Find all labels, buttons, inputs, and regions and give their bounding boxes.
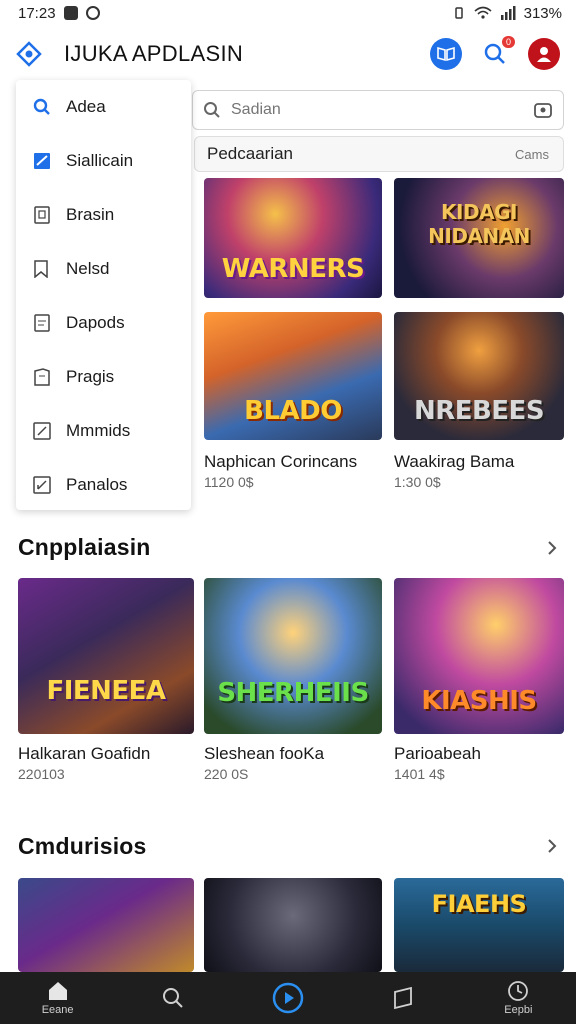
bottom-nav: Eeane Eepbi — [0, 972, 576, 1024]
chevron-right-icon[interactable] — [544, 540, 560, 556]
menu-item-label: Dapods — [66, 313, 125, 332]
game-art-title: FIENEEA — [46, 676, 166, 706]
edit-icon — [32, 421, 52, 441]
game-caption[interactable]: Halkaran Goafidn — [18, 744, 150, 764]
game-tile-warners[interactable]: WARNERS — [204, 178, 382, 298]
game-tile-kidagi[interactable]: KIDAGI NIDANAN — [394, 178, 564, 298]
game-tile-nrebees[interactable]: NREBEES — [394, 312, 564, 440]
wifi-icon — [474, 6, 492, 19]
menu-item-label: Panalos — [66, 475, 128, 494]
checkbox-icon — [32, 151, 52, 171]
game-tile-fieneea[interactable]: FIENEEA — [18, 578, 194, 734]
game-tile-flaehs[interactable]: FIAEHS — [394, 878, 564, 972]
game-art-title: BLADO — [244, 396, 342, 426]
menu-item-6[interactable]: Mmmids — [16, 404, 191, 458]
profile-button[interactable] — [528, 38, 560, 70]
menu-item-5[interactable]: Pragis — [16, 350, 191, 404]
menu-item-4[interactable]: Dapods — [16, 296, 191, 350]
category-filter[interactable]: Pedcaarian Cams — [194, 136, 564, 172]
menu-item-3[interactable]: Nelsd — [16, 242, 191, 296]
dropdown-menu: Adea Siallicain Brasin Nelsd Dapods Prag… — [16, 80, 191, 510]
game-caption[interactable]: Waakirag Bama — [394, 452, 514, 472]
chevron-right-icon[interactable] — [544, 838, 560, 854]
app-title: IJUKA APDLASIN — [64, 41, 244, 66]
clock-icon — [508, 981, 529, 1001]
nav-label: Eeane — [41, 1004, 74, 1016]
section-title: Cmdurisios — [18, 833, 147, 859]
game-caption[interactable]: Naphican Corincans — [204, 452, 357, 472]
game-caption[interactable]: Sleshean fooKa — [204, 744, 324, 764]
menu-item-label: Pragis — [66, 367, 115, 386]
status-time: 17:23 — [18, 4, 56, 22]
menu-item-7[interactable]: Panalos — [16, 458, 191, 512]
signal-icon — [500, 6, 516, 20]
nav-play[interactable] — [248, 972, 328, 1024]
game-art-title: NREBEES — [413, 396, 545, 426]
search-input[interactable] — [231, 101, 533, 119]
filter-label: Pedcaarian — [207, 144, 294, 163]
book-open-icon — [437, 46, 455, 62]
game-art-title: SHERHEIIS — [217, 678, 369, 708]
nav-search[interactable] — [133, 972, 213, 1024]
home-icon — [48, 982, 67, 1000]
menu-item-1[interactable]: Siallicain — [16, 134, 191, 188]
menu-item-label: Brasin — [66, 205, 115, 224]
menu-item-label: Nelsd — [66, 259, 110, 278]
menu-item-0[interactable]: Adea — [16, 80, 191, 134]
game-price: 220 0S — [204, 766, 249, 782]
game-tile-section2-1[interactable] — [204, 878, 382, 972]
game-tile-kiashis[interactable]: KIASHIS — [394, 578, 564, 734]
search-icon — [204, 102, 220, 118]
battery-text: 313% — [523, 4, 562, 22]
doc-icon — [32, 367, 52, 387]
notification-badge: 0 — [501, 36, 515, 48]
menu-item-label: Mmmids — [66, 421, 131, 440]
avatar-icon — [537, 47, 551, 62]
status-bar: 17:23 313% — [0, 0, 576, 26]
library-button[interactable] — [430, 38, 462, 70]
game-caption[interactable]: Parioabeah — [394, 744, 481, 764]
game-art-title: FIAEHS — [431, 890, 527, 918]
game-price: 1:30 0$ — [394, 474, 441, 490]
app-bar: IJUKA APDLASIN 0 — [0, 26, 576, 82]
vibrate-icon — [454, 7, 463, 19]
book-icon — [32, 205, 52, 225]
menu-item-label: Siallicain — [66, 151, 134, 170]
nav-history[interactable]: Eepbi — [478, 972, 558, 1024]
game-art-title: KIDAGI NIDANAN — [428, 200, 530, 248]
menu-item-label: Adea — [66, 97, 106, 116]
game-price: 1120 0$ — [204, 474, 254, 490]
sync-icon — [85, 6, 100, 20]
sort-label[interactable]: Cams — [515, 147, 549, 162]
game-price: 1401 4$ — [394, 766, 445, 782]
game-art-title: KIASHIS — [421, 686, 537, 716]
bookmark-icon — [394, 986, 413, 1010]
nav-library[interactable] — [363, 972, 443, 1024]
menu-item-2[interactable]: Brasin — [16, 188, 191, 242]
game-tile-section2-0[interactable] — [18, 878, 194, 972]
note-icon — [32, 313, 52, 333]
game-price: 220103 — [18, 766, 65, 782]
game-tile-blado[interactable]: BLADO — [204, 312, 382, 440]
play-icon — [272, 982, 304, 1014]
app-logo-icon[interactable] — [16, 41, 42, 67]
section-title: Cnpplaiasin — [18, 534, 151, 560]
search-bar[interactable] — [192, 90, 564, 130]
game-tile-sherheiis[interactable]: SHERHEIIS — [204, 578, 382, 734]
bookmark-icon — [32, 259, 52, 279]
game-art-title: WARNERS — [221, 254, 365, 284]
voice-search-icon[interactable] — [533, 101, 553, 119]
nav-home[interactable]: Eeane — [18, 972, 98, 1024]
nav-label: Eepbi — [504, 1004, 533, 1016]
notification-icon — [63, 6, 78, 20]
search-icon — [162, 988, 183, 1008]
search-icon — [32, 97, 52, 117]
edit-icon — [32, 475, 52, 495]
notifications-button[interactable]: 0 — [479, 36, 515, 70]
